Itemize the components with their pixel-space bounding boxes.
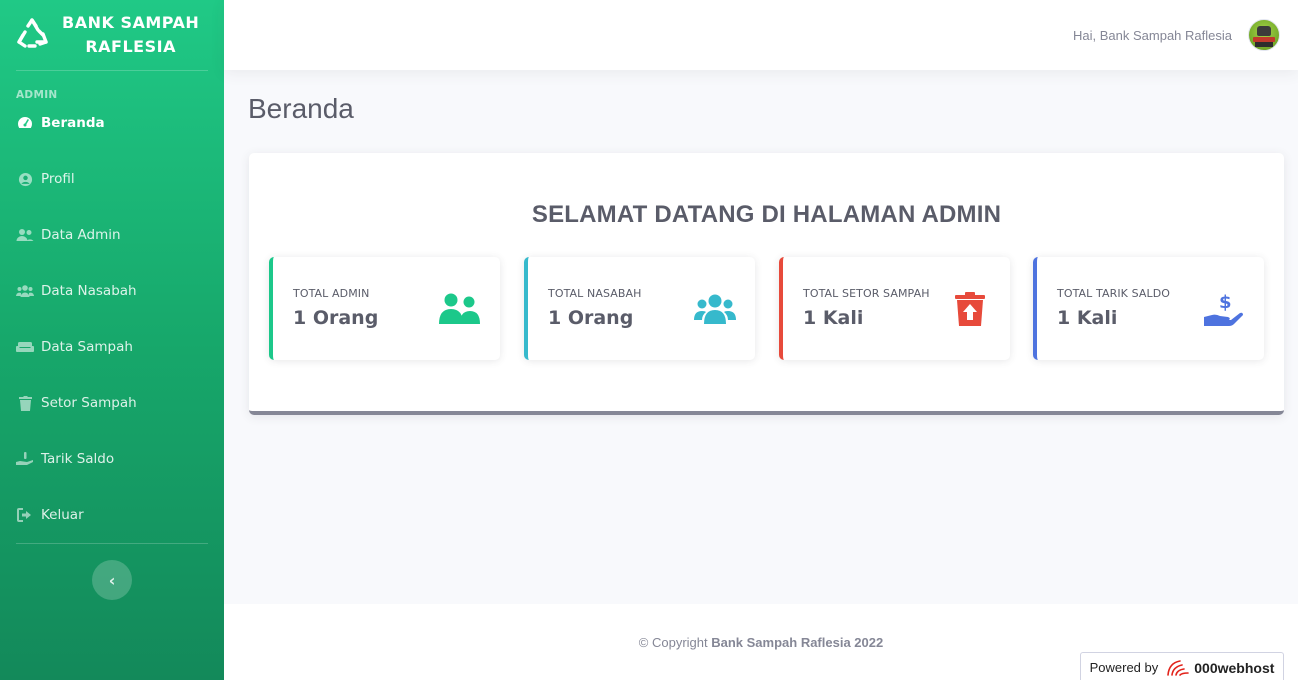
sidebar-item-label: Setor Sampah xyxy=(41,395,137,411)
sidebar-item-profil[interactable]: Profil xyxy=(0,151,224,207)
card-label: TOTAL SETOR SAMPAH xyxy=(803,287,930,300)
page-title: Beranda xyxy=(248,93,354,124)
brand-line-1: BANK SAMPAH xyxy=(62,13,200,32)
sidebar-item-setor-sampah[interactable]: Setor Sampah xyxy=(0,375,224,431)
card-total-tarik-saldo: TOTAL TARIK SALDO 1 Kali $ xyxy=(1033,257,1264,360)
sidebar: BANK SAMPAH RAFLESIA ADMIN Beranda Profi… xyxy=(0,0,224,680)
svg-text:$: $ xyxy=(1219,292,1232,313)
sidebar-item-data-admin[interactable]: Data Admin xyxy=(0,207,224,263)
copyright-prefix: © Copyright xyxy=(638,635,708,650)
webhost-name: 000webhost xyxy=(1194,659,1275,676)
card-total-nasabah: TOTAL NASABAH 1 Orang xyxy=(524,257,755,360)
welcome-title: SELAMAT DATANG DI HALAMAN ADMIN xyxy=(531,201,1002,228)
copyright-text: © Copyright Bank Sampah Raflesia 2022 xyxy=(224,635,1298,650)
sidebar-item-label: Data Nasabah xyxy=(41,283,137,299)
card-value: 1 Orang xyxy=(293,307,379,329)
sidebar-item-data-nasabah[interactable]: Data Nasabah xyxy=(0,263,224,319)
card-label: TOTAL ADMIN xyxy=(293,287,370,300)
powered-by-label: Powered by xyxy=(1089,660,1159,675)
sidebar-item-label: Profil xyxy=(41,171,75,187)
brand-name: BANK SAMPAH RAFLESIA xyxy=(62,11,199,59)
sidebar-item-beranda[interactable]: Beranda xyxy=(0,95,224,151)
webhost-logo-icon xyxy=(1166,659,1190,677)
avatar[interactable] xyxy=(1248,19,1280,51)
sidebar-toggle-button[interactable]: ‹ xyxy=(92,560,132,600)
hand-holding-icon xyxy=(16,450,34,468)
trash-icon xyxy=(16,394,34,412)
card-value: 1 Kali xyxy=(1057,307,1118,329)
sidebar-item-label: Tarik Saldo xyxy=(41,451,115,467)
sidebar-toggle-wrap: ‹ xyxy=(0,544,224,600)
sidebar-item-label: Data Sampah xyxy=(41,339,133,355)
user-greeting[interactable]: Hai, Bank Sampah Raflesia xyxy=(1073,28,1232,43)
sidebar-brand[interactable]: BANK SAMPAH RAFLESIA xyxy=(0,0,224,70)
welcome-panel: SELAMAT DATANG DI HALAMAN ADMIN TOTAL AD… xyxy=(249,153,1284,415)
card-label: TOTAL NASABAH xyxy=(548,287,642,300)
sidebar-item-data-sampah[interactable]: Data Sampah xyxy=(0,319,224,375)
card-label: TOTAL TARIK SALDO xyxy=(1057,287,1171,300)
user-circle-icon xyxy=(16,170,34,188)
trash-upload-icon xyxy=(948,289,992,329)
topbar: Hai, Bank Sampah Raflesia xyxy=(224,0,1298,70)
user-friends-icon xyxy=(16,226,34,244)
card-value: 1 Kali xyxy=(803,307,864,329)
sidebar-item-label: Keluar xyxy=(41,507,84,523)
dashboard-icon xyxy=(16,114,34,132)
card-total-admin: TOTAL ADMIN 1 Orang xyxy=(269,257,500,360)
sidebar-item-label: Data Admin xyxy=(41,227,121,243)
hand-holding-usd-icon: $ xyxy=(1202,289,1246,329)
users-icon xyxy=(693,289,737,329)
brand-line-2: RAFLESIA xyxy=(85,37,176,56)
recycle-icon xyxy=(14,16,52,54)
users-icon xyxy=(16,282,34,300)
chevron-left-icon: ‹ xyxy=(108,570,116,590)
card-value: 1 Orang xyxy=(548,307,634,329)
sidebar-item-keluar[interactable]: Keluar xyxy=(0,487,224,543)
couch-icon xyxy=(16,338,34,356)
powered-by-badge[interactable]: Powered by 000webhost xyxy=(1080,652,1284,680)
user-friends-icon xyxy=(438,289,482,329)
sidebar-item-label: Beranda xyxy=(41,115,105,131)
sign-out-icon xyxy=(16,506,34,524)
card-total-setor-sampah: TOTAL SETOR SAMPAH 1 Kali xyxy=(779,257,1010,360)
copyright-owner: Bank Sampah Raflesia 2022 xyxy=(711,635,884,650)
sidebar-item-tarik-saldo[interactable]: Tarik Saldo xyxy=(0,431,224,487)
